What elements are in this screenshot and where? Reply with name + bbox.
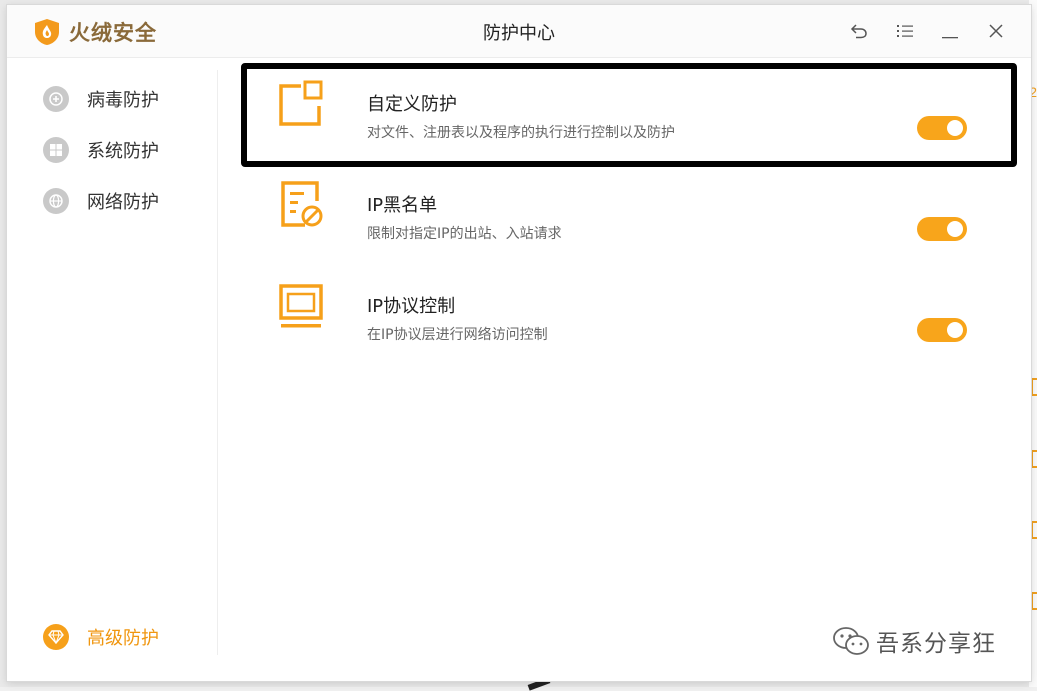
row-description: 在IP协议层进行网络访问控制 <box>367 327 548 343</box>
watermark-text: 吾系分享狂 <box>876 631 996 657</box>
window-title: 防护中心 <box>483 23 555 44</box>
background-fragment <box>1031 450 1037 468</box>
menu-button[interactable] <box>893 19 917 43</box>
sidebar-divider <box>217 70 218 655</box>
protection-list: 自定义防护 对文件、注册表以及程序的执行进行控制以及防护 IP黑名单 限制对指定… <box>220 58 1031 681</box>
background-fragment <box>1031 592 1037 610</box>
sidebar-item-label: 高级防护 <box>87 628 159 649</box>
sidebar-item-label: 病毒防护 <box>87 90 159 111</box>
sidebar: 病毒防护 系统防护 网络防护 高级防护 <box>7 58 219 681</box>
sidebar-item-virus-protection[interactable]: 病毒防护 <box>43 84 213 114</box>
background-fragment <box>1031 378 1037 396</box>
wechat-icon <box>833 627 869 655</box>
ip-protocol-icon <box>279 284 323 328</box>
list-item-ip-blacklist: IP黑名单 限制对指定IP的出站、入站请求 <box>220 167 1031 267</box>
app-window: 火绒安全 防护中心 病毒防护 系统防护 网络防护 高级防护 自定义防护 对文件、… <box>7 5 1031 681</box>
ip-protocol-toggle[interactable] <box>917 318 967 342</box>
toggle-knob <box>947 221 963 237</box>
minimize-icon <box>942 37 958 39</box>
sidebar-item-system-protection[interactable]: 系统防护 <box>43 135 213 165</box>
close-icon <box>989 24 1003 38</box>
row-title: IP协议控制 <box>367 296 456 317</box>
sidebar-item-label: 网络防护 <box>87 192 159 213</box>
sidebar-item-label: 系统防护 <box>87 141 159 162</box>
row-description: 限制对指定IP的出站、入站请求 <box>367 226 562 242</box>
ip-blacklist-icon <box>281 181 323 227</box>
minimize-button[interactable] <box>938 19 962 43</box>
windows-icon <box>43 137 69 163</box>
sidebar-item-advanced-protection[interactable]: 高级防护 <box>43 622 213 652</box>
sidebar-item-network-protection[interactable]: 网络防护 <box>43 186 213 216</box>
toggle-knob <box>947 322 963 338</box>
ip-blacklist-toggle[interactable] <box>917 217 967 241</box>
plus-circle-icon <box>43 86 69 112</box>
close-button[interactable] <box>984 19 1008 43</box>
watermark: 吾系分享狂 <box>832 624 996 658</box>
highlight-annotation-box <box>241 63 1017 167</box>
back-icon <box>850 24 867 39</box>
row-title: IP黑名单 <box>367 195 438 216</box>
menu-icon <box>897 25 913 37</box>
back-button[interactable] <box>847 19 871 43</box>
diamond-icon <box>43 624 69 650</box>
title-bar: 火绒安全 防护中心 <box>7 5 1031 58</box>
globe-icon <box>43 188 69 214</box>
background-fragment <box>1031 521 1037 539</box>
list-item-ip-protocol-control: IP协议控制 在IP协议层进行网络访问控制 <box>220 268 1031 368</box>
